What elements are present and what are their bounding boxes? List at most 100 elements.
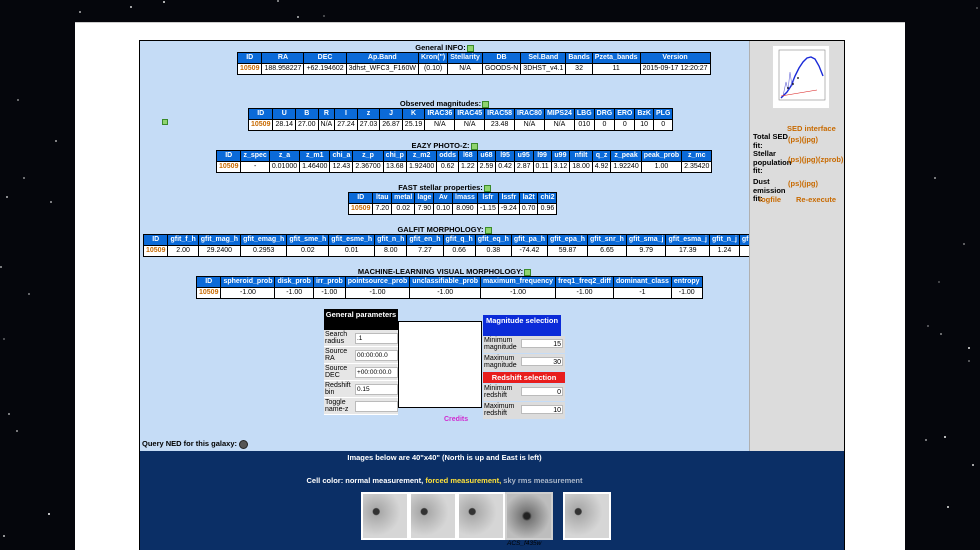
param-input[interactable]: .1 [355,333,398,344]
param-input[interactable]: 00:00:00.0 [355,350,398,361]
table-cell: - [241,162,269,172]
table-cell: 0.38 [475,246,511,256]
reexecute-link[interactable]: Re-execute [796,195,836,205]
expand-icon[interactable] [162,119,168,125]
param-input[interactable] [355,401,398,412]
table-cell: 0.70 [519,204,538,214]
param-label: Source RA [325,348,348,362]
table-cell: 0.10 [434,204,453,214]
table-cell: N/A [455,120,485,130]
image-cutout[interactable] [409,492,457,540]
table-cell: 0.02 [287,246,329,256]
column-header: lage [415,193,434,203]
image-cutout[interactable] [361,492,409,540]
star [323,15,325,17]
object-id-cell[interactable]: 10509 [217,162,241,172]
star [3,535,5,537]
data-tables-column: General INFO: ID RA DEC Ap.Band Kron(") Stell… [140,41,774,474]
column-header: gfit_f_h [168,235,198,245]
logfile-link[interactable]: logfile [759,195,781,205]
param-input[interactable]: 0.15 [355,384,398,395]
column-header: q_z [592,151,611,161]
stellar-fit-links[interactable]: (ps)(jpg)(zprob) [788,155,843,165]
param-input[interactable]: +00:00:00.0 [355,367,398,378]
column-header: gfit_sma_j [626,235,666,245]
image-cutout[interactable] [563,492,611,540]
ned-query-icon[interactable] [239,439,249,449]
column-header: lsfr [477,193,498,203]
object-id-cell[interactable]: 10509 [238,64,262,74]
sed-plot-thumbnail[interactable] [772,45,830,109]
forced-legend: forced measurement, [425,476,502,485]
table-cell: -74.42 [511,246,547,256]
column-header: gfit_q_h [443,235,475,245]
galfit-morphology-title: GALFIT MORPHOLOGY: [140,225,749,234]
table-cell: -9.24 [498,204,519,214]
star [23,177,25,179]
table-cell: 0.01000 [269,162,300,172]
toggle-plus-icon[interactable] [524,268,532,276]
dust-fit-links[interactable]: (ps)(jpg) [788,179,818,189]
general-param-row: Toggle name-z [324,398,398,415]
star [50,201,52,203]
toggle-plus-icon[interactable] [482,100,490,108]
general-info-table: ID RA DEC Ap.Band Kron(") Stellarity DB Sel.Ban… [237,52,711,75]
column-header: disk_prob [275,277,313,287]
object-id-cell[interactable]: 10509 [249,120,273,130]
table-cell: 7.90 [415,204,434,214]
table-cell: 2015-09-17 12:20:27 [640,64,710,74]
eazy-photoz-title: EAZY PHOTO-Z: [140,141,749,150]
table-cell: 1.24 [710,246,739,256]
toggle-plus-icon[interactable] [470,142,478,150]
galfit-morphology-table: ID gfit_f_h gfit_mag_h gfit_emag_h gfit_sme_… [143,234,774,257]
column-header: Ap.Band [346,53,418,63]
column-header: maximum_frequency [481,277,556,287]
table-row: 10509 188.958227 +62.194602 3dhst_WFC3_F160… [238,64,710,74]
min-magnitude-input[interactable]: 15 [521,339,563,348]
ned-query: Query NED for this galaxy: [142,439,249,449]
table-cell: 0 [654,120,673,130]
object-id-cell[interactable]: 10509 [349,204,373,214]
table-row: 10509 7.20 0.02 7.90 0.10 8.090 -1.15 -9.24 0.70… [349,204,557,214]
table-cell: -1.00 [275,288,313,298]
table-cell: 3DHST_v4.1 [521,64,566,74]
column-header: z_spec [241,151,269,161]
star [940,333,942,335]
table-cell: 188.958227 [262,64,304,74]
toggle-plus-icon[interactable] [484,226,492,234]
column-header: nfilt [570,151,592,161]
max-magnitude-input[interactable]: 30 [521,357,563,366]
image-cutout[interactable]: ACS_f435w [505,492,553,547]
table-cell: 13.68 [383,162,406,172]
total-sed-links[interactable]: (ps)(jpg) [788,135,818,145]
object-id-cell[interactable]: 10509 [144,246,168,256]
column-header: DRG [594,109,615,119]
image-cutout[interactable] [457,492,505,540]
column-header: ID [197,277,221,287]
table-cell: 7.20 [373,204,392,214]
sed-interface-link[interactable]: SED interface [787,124,836,134]
column-header: z_peak [611,151,641,161]
table-cell: -1.00 [481,288,556,298]
column-header: lssfr [498,193,519,203]
table-cell: N/A [425,120,455,130]
general-param-row: Source RA 00:00:00.0 [324,347,398,364]
table-cell: 0.96 [538,204,557,214]
toggle-plus-icon[interactable] [466,44,474,52]
table-cell: GOODS-N [482,64,521,74]
toggle-plus-icon[interactable] [483,184,491,192]
column-header: IRAC36 [425,109,455,119]
table-cell: 18.00 [570,162,592,172]
table-cell: -1.00 [221,288,275,298]
column-header: MIPS24 [544,109,574,119]
column-header: ID [238,53,262,63]
column-header: l95 [496,151,514,161]
table-cell: -1 [613,288,671,298]
table-cell: 32 [566,64,592,74]
object-id-cell[interactable]: 10509 [197,288,221,298]
min-redshift-input[interactable]: 0 [521,387,563,396]
max-redshift-input[interactable]: 10 [521,405,563,414]
table-cell: 0.01 [329,246,375,256]
credits-link[interactable]: Credits [444,416,468,423]
table-cell: -1.00 [671,288,702,298]
